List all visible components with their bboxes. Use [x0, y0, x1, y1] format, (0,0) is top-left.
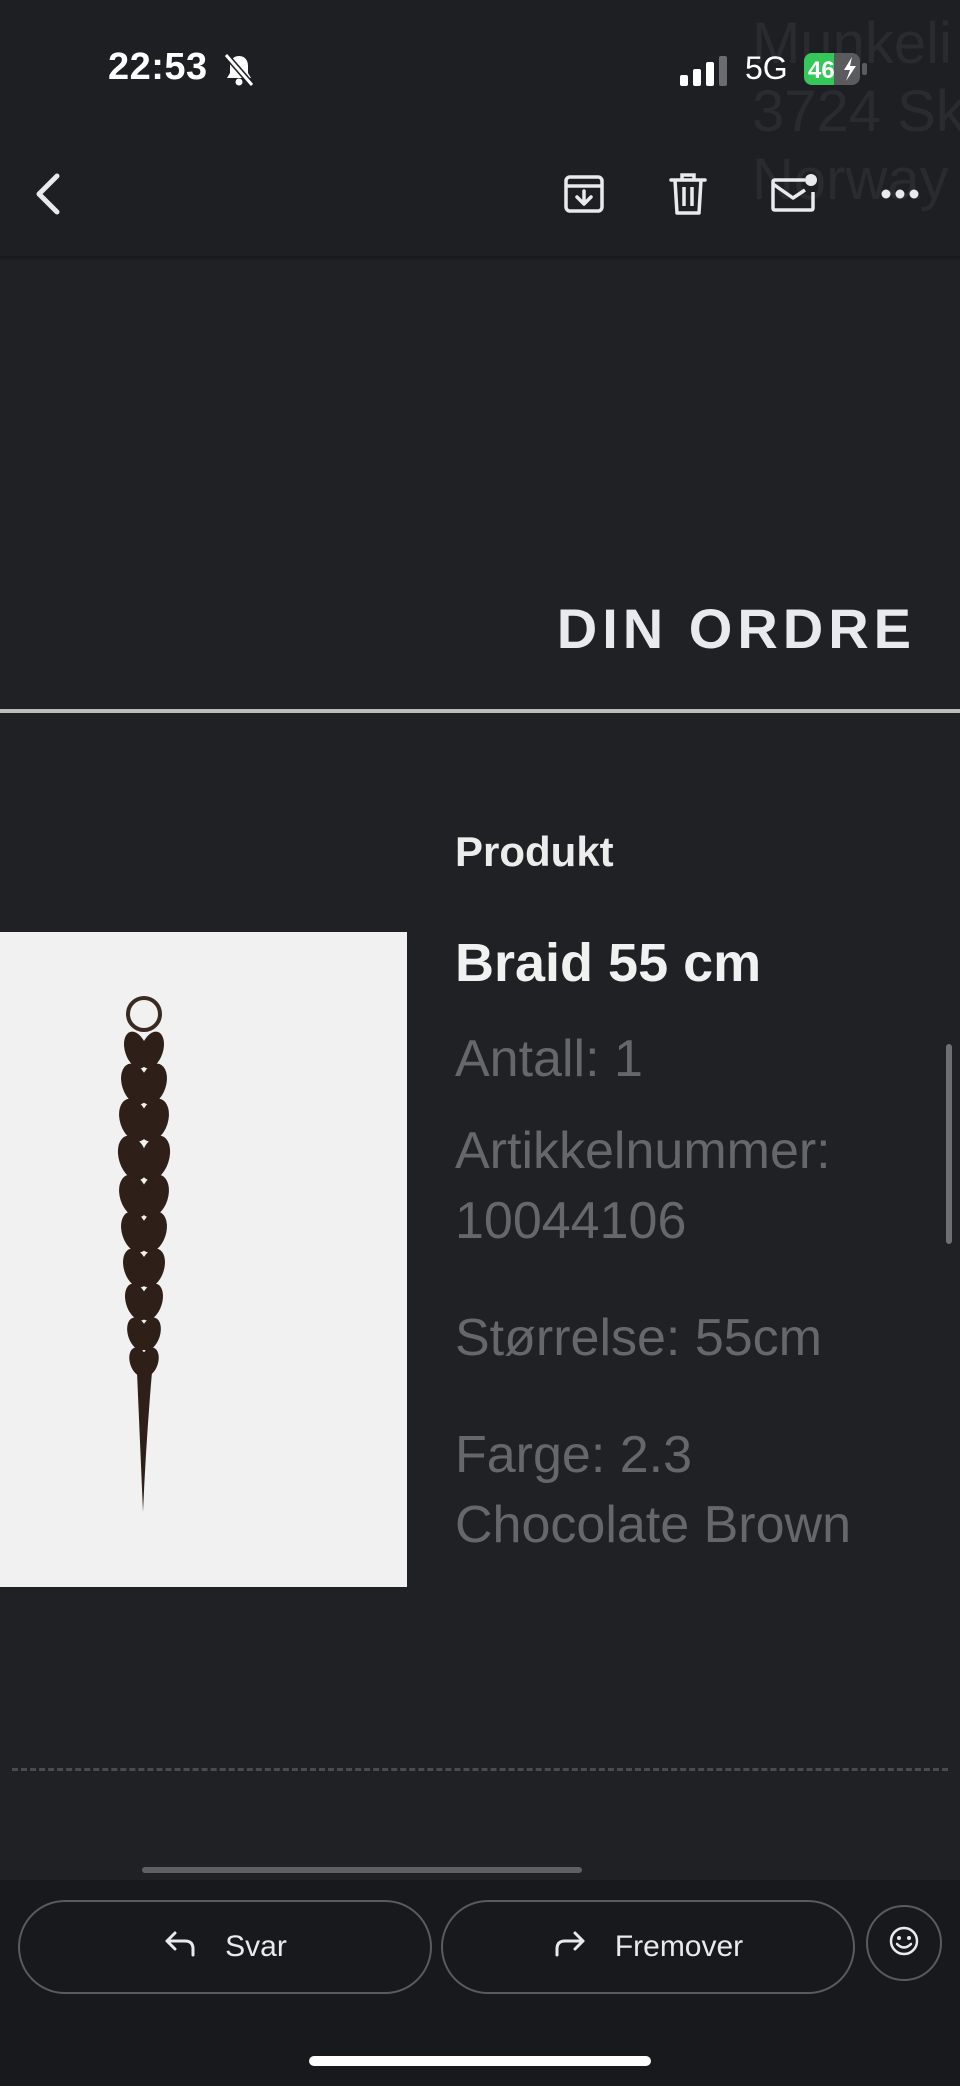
product-color: Farge: 2.3 Chocolate Brown: [455, 1426, 851, 1554]
home-indicator[interactable]: [309, 2056, 651, 2066]
product-article-number: Artikkelnummer: 10044106: [455, 1122, 831, 1250]
reply-icon: [163, 1929, 197, 1965]
battery-level: 46: [808, 57, 835, 84]
mark-unread-button[interactable]: [758, 160, 830, 232]
product-image: [0, 932, 407, 1587]
scrollbar[interactable]: [946, 1044, 952, 1244]
trash-icon: [668, 172, 708, 221]
back-button[interactable]: [12, 160, 84, 232]
heading-divider: [0, 709, 960, 713]
delete-button[interactable]: [652, 160, 724, 232]
top-bar-shadow: [0, 256, 960, 262]
network-type: 5G: [745, 50, 788, 86]
status-time: 22:53: [108, 46, 208, 88]
order-heading: DIN ORDRE: [556, 597, 916, 660]
product-quantity: Antall: 1: [455, 1030, 643, 1088]
reply-label: Svar: [225, 1930, 287, 1963]
product-size: Størrelse: 55cm: [455, 1309, 822, 1367]
mark-unread-icon: [769, 172, 819, 221]
more-options-button[interactable]: [864, 160, 936, 232]
forward-label: Fremover: [614, 1930, 744, 1963]
emoji-icon: [888, 1925, 920, 1962]
archive-icon: [562, 172, 606, 221]
signal-icon: [680, 56, 730, 91]
product-name: Braid 55 cm: [455, 933, 762, 993]
emoji-reaction-button[interactable]: [866, 1905, 942, 1981]
back-arrow-icon: [31, 172, 65, 221]
product-column-label: Produkt: [455, 828, 614, 875]
archive-button[interactable]: [548, 160, 620, 232]
reply-button[interactable]: Svar: [18, 1900, 432, 1994]
bottom-sheet-handle[interactable]: [142, 1867, 582, 1873]
forward-button[interactable]: Fremover: [441, 1900, 855, 1994]
section-divider: [12, 1768, 948, 1771]
battery-charging-icon: 46: [804, 53, 868, 85]
bell-slash-icon: [222, 52, 256, 93]
forward-icon: [553, 1929, 587, 1965]
more-icon: [880, 187, 920, 205]
